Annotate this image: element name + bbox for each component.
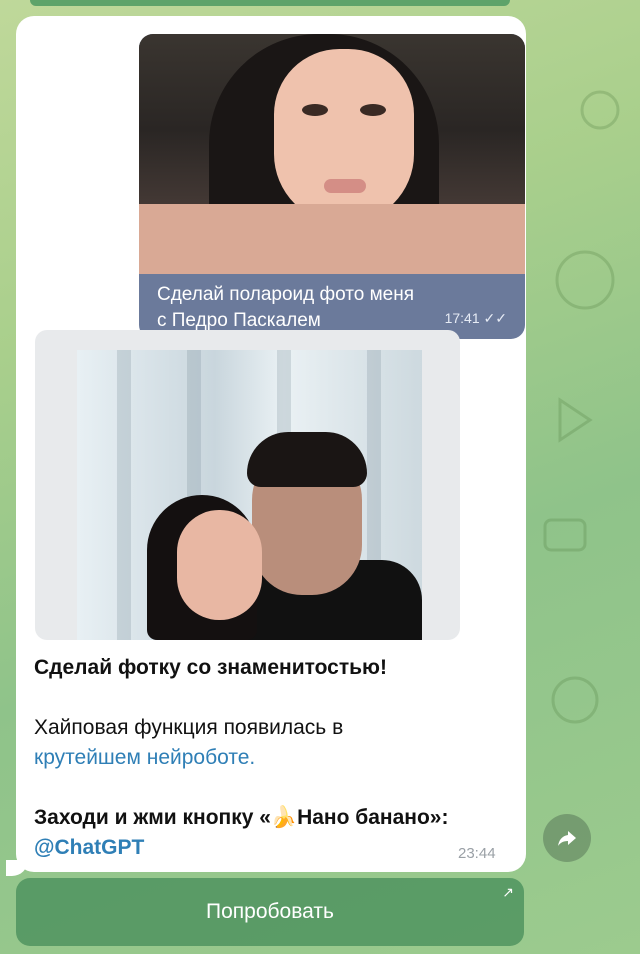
selfie-photo[interactable] — [139, 34, 525, 274]
incoming-time: 23:44 — [458, 845, 496, 862]
double-check-icon: ✓✓ — [483, 310, 507, 326]
polaroid-image — [77, 350, 422, 640]
message-cta: Заходи и жми кнопку «🍌Нано банано»: — [34, 806, 449, 829]
bot-mention-link[interactable]: @ChatGPT — [34, 836, 144, 860]
message-bubble: Сделай полароид фото меня с Педро Паскал… — [16, 16, 526, 872]
share-arrow-icon — [558, 831, 576, 846]
caption-line-1: Сделай полароид фото меня — [157, 284, 415, 305]
external-link-icon: ↗ — [502, 884, 514, 900]
message-line-1: Хайповая функция появилась в — [34, 716, 344, 739]
try-button[interactable]: Попробовать ↗ — [16, 878, 524, 946]
outgoing-time: 17:41 ✓✓ — [445, 310, 507, 327]
bot-link[interactable]: крутейшем нейроботе. — [34, 746, 255, 770]
share-button[interactable] — [543, 814, 591, 862]
outgoing-time-text: 17:41 — [444, 310, 480, 326]
outgoing-caption: Сделай полароид фото меня с Педро Паскал… — [157, 282, 457, 334]
try-button-label: Попробовать — [206, 900, 334, 923]
outgoing-message[interactable]: Сделай полароид фото меня с Педро Паскал… — [139, 34, 525, 339]
polaroid-photo[interactable] — [35, 330, 460, 640]
message-title: Сделай фотку со знаменитостью! — [34, 656, 387, 679]
